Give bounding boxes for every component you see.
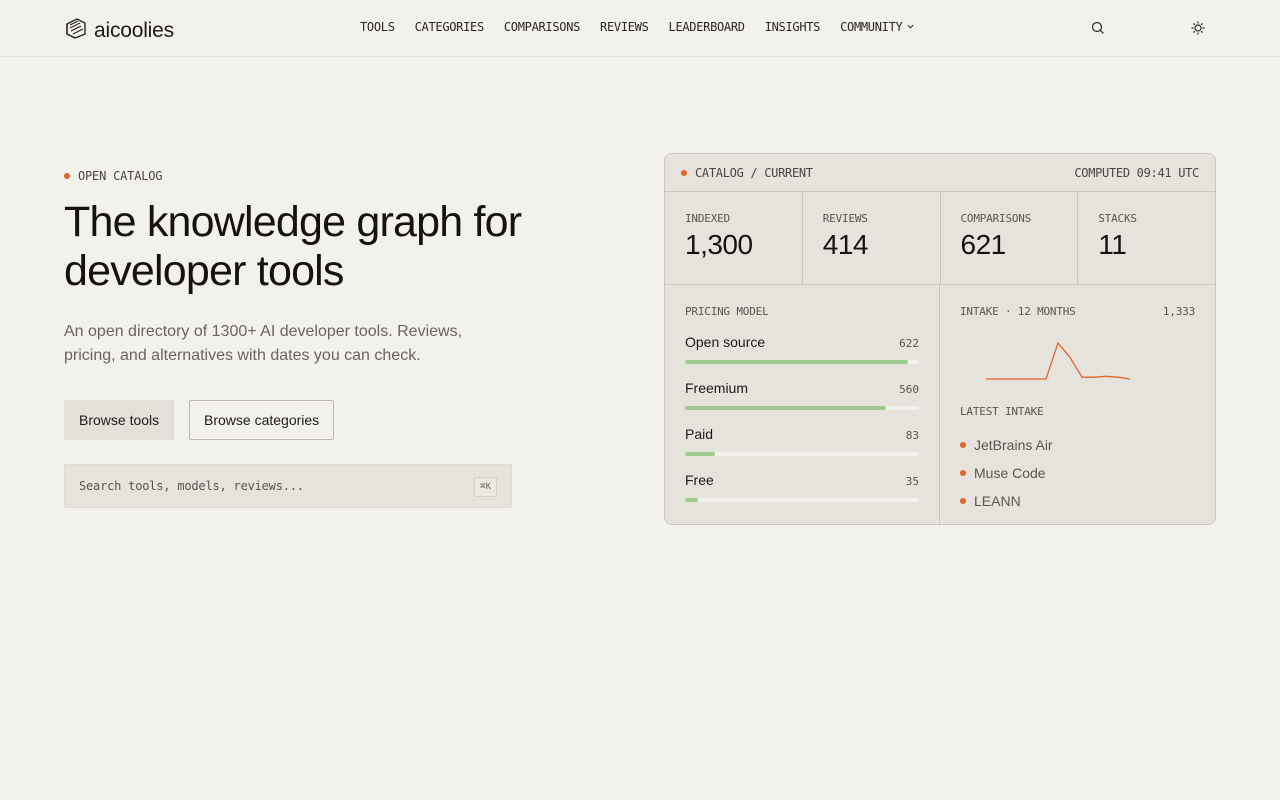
stat-label: INDEXED xyxy=(685,212,730,225)
nav-categories[interactable]: CATEGORIES xyxy=(414,20,485,34)
pricing-model-panel: PRICING MODEL Open source 622 Freemium 5… xyxy=(665,285,940,524)
intake-sparkline-line xyxy=(986,341,1131,380)
chevron-down-icon xyxy=(906,20,915,34)
pricing-bar-fill xyxy=(685,452,715,456)
stat-indexed: INDEXED 1,300 xyxy=(665,192,803,284)
stat-value: 414 xyxy=(822,229,869,260)
nav-comparisons-label: COMPARISONS xyxy=(503,20,581,34)
pricing-row-paid: Paid 83 xyxy=(685,426,919,456)
pricing-bar-track xyxy=(685,498,919,502)
pricing-count: 560 xyxy=(899,383,919,396)
stat-comparisons: COMPARISONS 621 xyxy=(941,192,1079,284)
site-header: aicoolies TOOLS CATEGORIES COMPARISONS R… xyxy=(0,0,1280,57)
bullet-dot xyxy=(960,498,966,504)
keyboard-shortcut-badge: ⌘K xyxy=(474,477,497,497)
stat-label: COMPARISONS xyxy=(960,212,1032,225)
latest-item-name: JetBrains Air xyxy=(974,437,1053,453)
list-item[interactable]: JetBrains Air xyxy=(960,431,1053,459)
pricing-bar-fill xyxy=(685,360,909,364)
pricing-bar-fill xyxy=(685,406,887,410)
status-dot xyxy=(681,169,687,176)
nav-reviews-label: REVIEWS xyxy=(600,20,649,34)
pricing-name: Freemium xyxy=(685,380,749,396)
nav-comparisons[interactable]: COMPARISONS xyxy=(504,20,580,34)
stat-label: STACKS xyxy=(1098,212,1137,225)
pricing-bar-track xyxy=(685,406,919,410)
intake-sparkline xyxy=(986,341,1131,380)
stats-row: INDEXED 1,300 REVIEWS 414 COMPARISONS 62… xyxy=(665,192,1215,285)
search-placeholder: Search tools, models, reviews... xyxy=(79,479,304,493)
browse-categories-button[interactable]: Browse categories xyxy=(189,400,335,440)
stat-value: 621 xyxy=(960,229,1007,260)
sun-icon[interactable] xyxy=(1190,20,1206,41)
latest-intake-label: LATEST INTAKE xyxy=(960,405,1044,418)
nav-insights[interactable]: INSIGHTS xyxy=(764,20,821,34)
stat-value: 11 xyxy=(1098,229,1127,260)
pricing-name: Open source xyxy=(685,334,766,350)
nav-tools[interactable]: TOOLS xyxy=(360,20,395,34)
pricing-row-free: Free 35 xyxy=(685,472,919,502)
nav-categories-label: CATEGORIES xyxy=(414,20,485,34)
pricing-name: Free xyxy=(685,472,714,488)
nav-community-label: COMMUNITY xyxy=(840,20,903,34)
pricing-count: 83 xyxy=(905,429,919,442)
hero-eyebrow-text: OPEN CATALOG xyxy=(78,169,163,183)
nav-tools-label: TOOLS xyxy=(360,20,395,34)
stat-reviews: REVIEWS 414 xyxy=(803,192,941,284)
stat-stacks: STACKS 11 xyxy=(1078,192,1215,284)
logo-icon xyxy=(64,16,88,45)
status-dot xyxy=(64,173,70,179)
main-nav: TOOLS CATEGORIES COMPARISONS REVIEWS LEA… xyxy=(360,20,915,34)
pricing-bar-fill xyxy=(685,498,698,502)
browse-tools-button[interactable]: Browse tools xyxy=(64,400,175,440)
pricing-count: 35 xyxy=(905,475,919,488)
nav-leaderboard-label: LEADERBOARD xyxy=(668,20,745,34)
latest-item-name: Muse Code xyxy=(974,465,1046,481)
intake-panel: INTAKE · 12 MONTHS 1,333 LATEST INTAKE J… xyxy=(940,285,1215,524)
nav-leaderboard[interactable]: LEADERBOARD xyxy=(669,20,745,34)
nav-insights-label: INSIGHTS xyxy=(764,20,821,34)
logo[interactable]: aicoolies xyxy=(64,16,174,45)
intake-label: INTAKE · 12 MONTHS xyxy=(960,305,1076,318)
search-input[interactable]: Search tools, models, reviews... ⌘K xyxy=(64,464,512,508)
pricing-count: 622 xyxy=(899,337,919,350)
catalog-card: CATALOG / CURRENT COMPUTED 09:41 UTC IND… xyxy=(664,153,1216,525)
nav-reviews[interactable]: REVIEWS xyxy=(600,20,649,34)
pricing-bar-track xyxy=(685,452,919,456)
latest-item-name: LEANN xyxy=(974,493,1021,509)
intake-total: 1,333 xyxy=(1162,305,1195,318)
page-title: The knowledge graph for developer tools xyxy=(64,198,522,295)
hero-subtitle: An open directory of 1300+ AI developer … xyxy=(64,323,463,364)
pricing-name: Paid xyxy=(685,426,714,442)
catalog-card-title: CATALOG / CURRENT xyxy=(695,165,813,180)
computed-timestamp: COMPUTED 09:41 UTC xyxy=(1074,165,1199,180)
pricing-model-label: PRICING MODEL xyxy=(685,305,769,318)
list-item[interactable]: Muse Code xyxy=(960,459,1053,487)
hero-eyebrow: OPEN CATALOG xyxy=(64,169,162,183)
stat-label: REVIEWS xyxy=(822,212,868,225)
bullet-dot xyxy=(960,470,966,476)
brand-name: aicoolies xyxy=(94,18,174,42)
search-icon[interactable] xyxy=(1090,20,1106,41)
catalog-card-header: CATALOG / CURRENT COMPUTED 09:41 UTC xyxy=(665,154,1215,192)
pricing-row-open-source: Open source 622 xyxy=(685,334,919,364)
pricing-bar-track xyxy=(685,360,919,364)
latest-intake-list: JetBrains Air Muse Code LEANN xyxy=(960,431,1053,515)
pricing-row-freemium: Freemium 560 xyxy=(685,380,919,410)
nav-community[interactable]: COMMUNITY xyxy=(840,20,915,34)
list-item[interactable]: LEANN xyxy=(960,487,1053,515)
bullet-dot xyxy=(960,442,966,448)
stat-value: 1,300 xyxy=(685,229,753,260)
